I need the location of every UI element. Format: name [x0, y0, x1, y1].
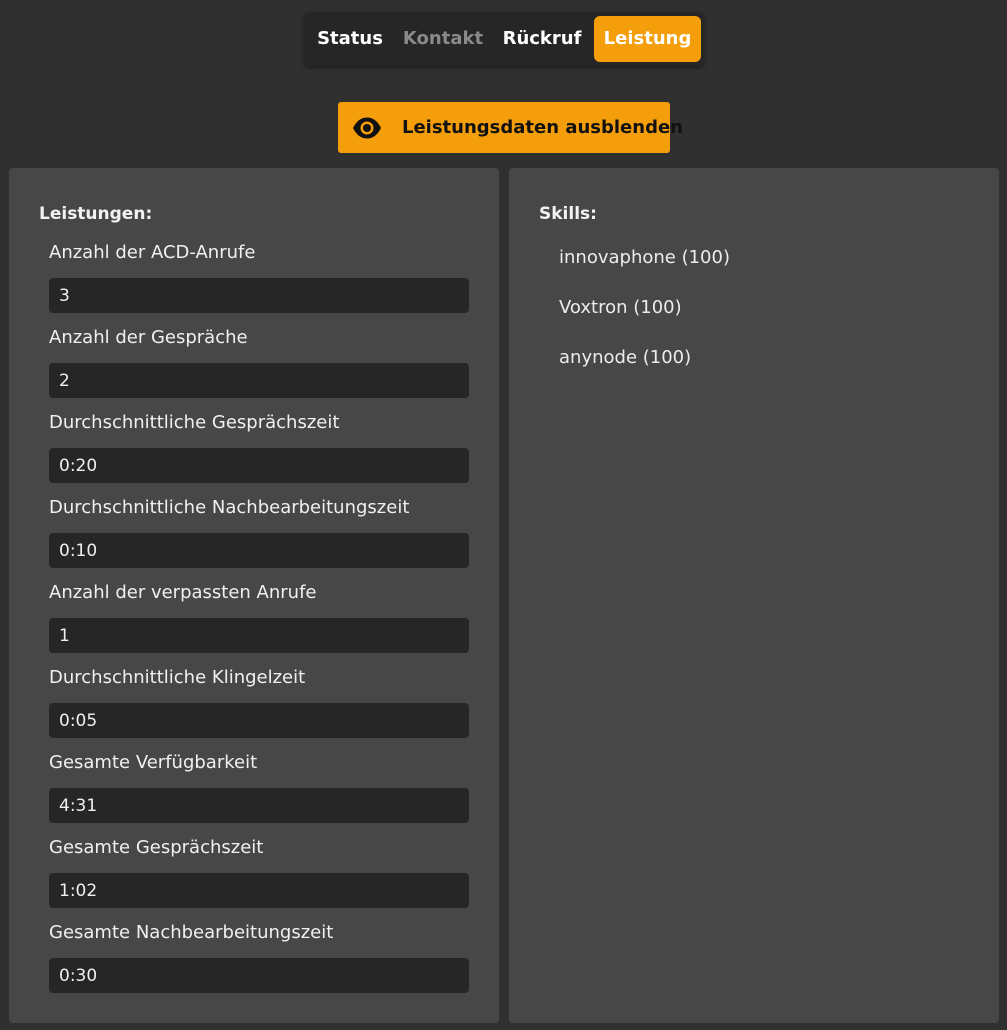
metric-value-field: 3 [49, 278, 469, 313]
tab-kontakt[interactable]: Kontakt [396, 16, 490, 62]
metric-label: Durchschnittliche Nachbearbeitungszeit [49, 497, 410, 518]
skill-item: Voxtron (100) [559, 297, 682, 318]
metric-value-field: 0:20 [49, 448, 469, 483]
metric-label: Gesamte Verfügbarkeit [49, 752, 258, 773]
metric-label: Anzahl der ACD-Anrufe [49, 242, 256, 263]
metric-label: Anzahl der Gespräche [49, 327, 248, 348]
skill-item: innovaphone (100) [559, 247, 730, 268]
metric-value-field: 0:30 [49, 958, 469, 993]
tab-rueckruf[interactable]: Rückruf [494, 16, 590, 62]
metric-label: Gesamte Gesprächszeit [49, 837, 264, 858]
tab-leistung[interactable]: Leistung [594, 16, 701, 62]
skills-panel: Skills: innovaphone (100) Voxtron (100) … [509, 168, 999, 1023]
tab-status[interactable]: Status [308, 16, 392, 62]
metric-label: Durchschnittliche Klingelzeit [49, 667, 306, 688]
performance-panel: Leistungen: Anzahl der ACD-Anrufe 3 Anza… [9, 168, 499, 1023]
hide-performance-data-button[interactable]: Leistungsdaten ausblenden [338, 102, 683, 153]
performance-title: Leistungen: [39, 204, 153, 224]
metric-label: Durchschnittliche Gesprächszeit [49, 412, 340, 433]
metric-value-field: 1 [49, 618, 469, 653]
skill-item: anynode (100) [559, 347, 692, 368]
metric-value-field: 2 [49, 363, 469, 398]
metric-value-field: 4:31 [49, 788, 469, 823]
metric-label: Gesamte Nachbearbeitungszeit [49, 922, 334, 943]
metric-value-field: 0:05 [49, 703, 469, 738]
metric-value-field: 0:10 [49, 533, 469, 568]
metric-label: Anzahl der verpassten Anrufe [49, 582, 317, 603]
app-root: Status Kontakt Rückruf Leistung Leistung… [0, 0, 1007, 1030]
hide-performance-data-label: Leistungsdaten ausblenden [402, 117, 683, 138]
tab-bar: Status Kontakt Rückruf Leistung [304, 12, 704, 66]
metric-value-field: 1:02 [49, 873, 469, 908]
skills-title: Skills: [539, 204, 597, 224]
eye-icon [353, 117, 381, 139]
